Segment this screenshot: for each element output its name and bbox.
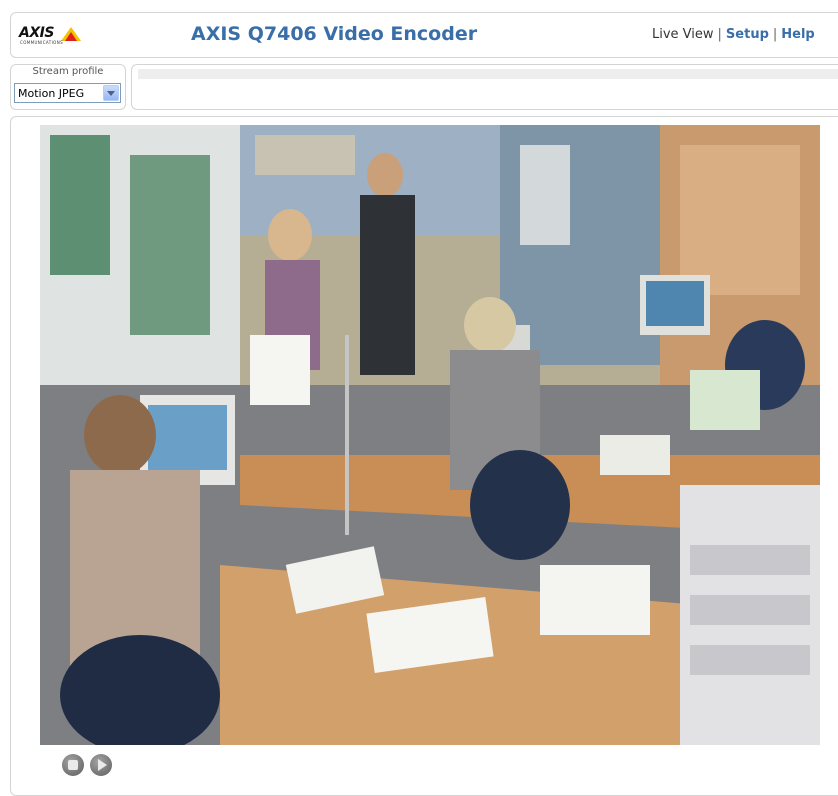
nav-live-view-link[interactable]: Live View (652, 27, 714, 42)
axis-logo[interactable]: AXIS COMMUNICATIONS (19, 25, 97, 47)
product-title: AXIS Q7406 Video Encoder (191, 23, 478, 45)
nav-help-link[interactable]: Help (781, 27, 814, 42)
header-bar: AXIS COMMUNICATIONS AXIS Q7406 Video Enc… (10, 12, 838, 58)
logo-subtext: COMMUNICATIONS (20, 40, 64, 45)
nav-separator: | (772, 27, 778, 42)
video-frame-image (40, 125, 820, 745)
stream-profile-select[interactable]: Motion JPEG (14, 83, 121, 103)
nav-setup-link[interactable]: Setup (726, 27, 769, 42)
stop-icon (68, 760, 78, 770)
chevron-down-icon[interactable] (103, 85, 119, 101)
playback-controls (62, 754, 118, 776)
top-nav: Live View | Setup | Help (652, 27, 815, 42)
play-icon (98, 759, 107, 771)
toolbar-panel (131, 64, 838, 110)
live-video-feed[interactable] (40, 125, 820, 745)
stop-button[interactable] (62, 754, 84, 776)
play-button[interactable] (90, 754, 112, 776)
stream-profile-value: Motion JPEG (18, 87, 85, 100)
logo-triangle-icon (61, 27, 81, 41)
logo-wordmark: AXIS (19, 25, 54, 41)
toolbar-strip (138, 69, 838, 79)
stream-profile-label: Stream profile (32, 66, 104, 77)
nav-separator: | (717, 27, 722, 42)
stream-profile-box: Stream profile Motion JPEG (10, 64, 126, 110)
